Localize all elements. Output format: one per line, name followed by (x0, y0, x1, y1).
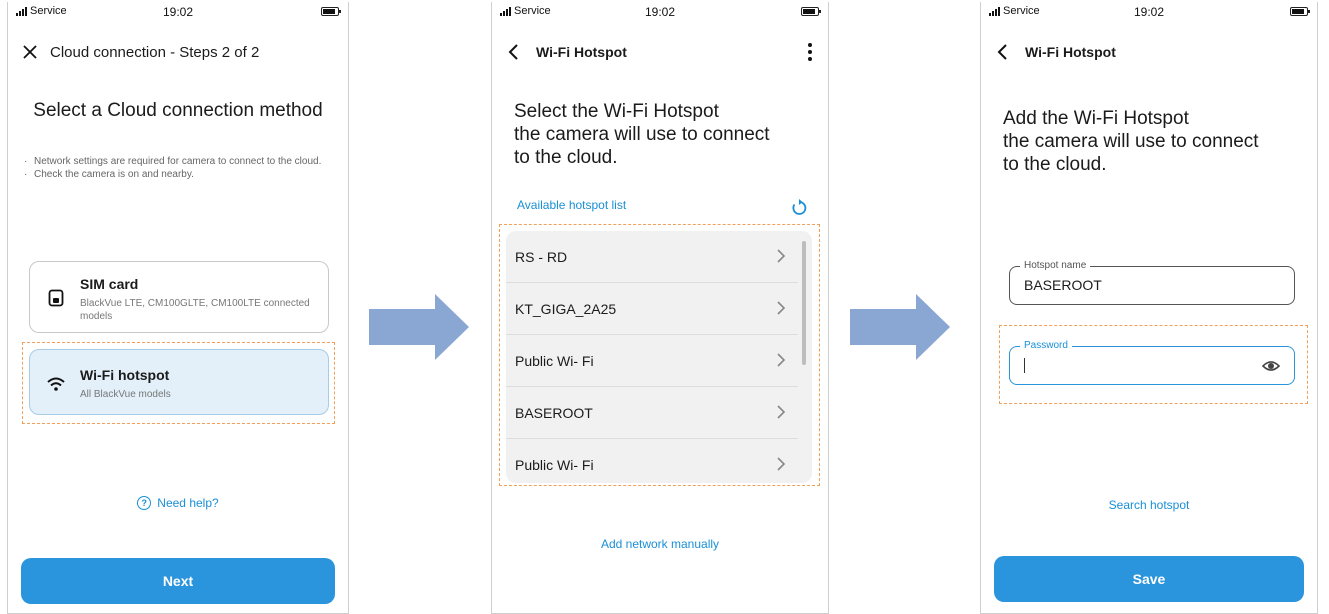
hotspot-name-label: Hotspot name (1020, 260, 1091, 271)
method-title: SIM card (80, 276, 139, 292)
chevron-right-icon (777, 353, 786, 367)
search-hotspot-link[interactable]: Search hotspot (981, 498, 1317, 512)
screen-add-hotspot: Service 19:02 Wi-Fi Hotspot Add the Wi-F… (980, 2, 1318, 614)
flow-arrow-icon (850, 294, 950, 360)
hotspot-name: BASEROOT (515, 405, 593, 421)
sim-card-option[interactable]: SIM card BlackVue LTE, CM100GLTE, CM100L… (29, 261, 329, 333)
next-button[interactable]: Next (21, 558, 335, 604)
screen-hotspot-list: Service 19:02 Wi-Fi Hotspot Select the W… (491, 2, 829, 614)
hotspot-list-title: Available hotspot list (517, 198, 627, 212)
password-label: Password (1020, 340, 1072, 351)
method-subtitle: BlackVue LTE, CM100GLTE, CM100LTE connec… (80, 298, 310, 322)
note-item: Check the camera is on and nearby. (24, 168, 344, 181)
heading-line: Add the Wi-Fi Hotspot (1003, 108, 1189, 129)
heading-line: the camera will use to connect (514, 124, 770, 145)
hotspot-name: RS - RD (515, 249, 568, 265)
heading-line: to the cloud. (514, 147, 618, 168)
method-title: Wi-Fi hotspot (80, 367, 170, 383)
flow-arrow-icon (369, 294, 469, 360)
heading-line: to the cloud. (1003, 154, 1107, 175)
page-title: Wi-Fi Hotspot (536, 44, 627, 60)
method-subtitle: All BlackVue models (80, 389, 171, 400)
hotspot-list: RS - RD KT_GIGA_2A25 Public Wi- Fi BASER… (506, 231, 812, 483)
page-title: Cloud connection - Steps 2 of 2 (50, 44, 260, 61)
sim-card-icon (46, 288, 66, 308)
info-notes: Network settings are required for camera… (24, 155, 344, 181)
password-field[interactable]: Password (1009, 340, 1295, 385)
show-password-eye-icon[interactable] (1262, 358, 1280, 374)
refresh-icon[interactable] (790, 198, 808, 216)
text-cursor (1024, 358, 1025, 373)
screen-cloud-connection-method: Service 19:02 Cloud connection - Steps 2… (7, 2, 349, 614)
battery-icon (321, 7, 341, 16)
chevron-right-icon (777, 405, 786, 419)
chevron-right-icon (777, 249, 786, 263)
hotspot-name-field[interactable]: Hotspot name BASEROOT (1009, 260, 1295, 305)
battery-icon (1290, 7, 1310, 16)
hotspot-item[interactable]: Public Wi- Fi (506, 439, 798, 483)
heading-line: the camera will use to connect (1003, 131, 1259, 152)
battery-icon (801, 7, 821, 16)
heading-line: Select the Wi-Fi Hotspot (514, 101, 719, 122)
status-time: 19:02 (644, 5, 676, 19)
status-bar: Service 19:02 (492, 2, 828, 22)
app-bar: Wi-Fi Hotspot (981, 38, 1317, 68)
status-bar: Service 19:02 (8, 2, 348, 22)
wifi-icon (46, 374, 66, 394)
app-bar: Wi-Fi Hotspot (492, 38, 828, 68)
note-item: Network settings are required for camera… (24, 155, 344, 168)
status-bar: Service 19:02 (981, 2, 1317, 22)
hotspot-item[interactable]: KT_GIGA_2A25 (506, 283, 798, 335)
chevron-right-icon (777, 457, 786, 471)
screen-heading: Select a Cloud connection method (33, 100, 323, 121)
save-button[interactable]: Save (994, 556, 1304, 602)
hotspot-item[interactable]: BASEROOT (506, 387, 798, 439)
more-options-icon[interactable] (800, 40, 820, 64)
need-help-link[interactable]: ? Need help? (8, 496, 348, 510)
hotspot-name: KT_GIGA_2A25 (515, 301, 617, 317)
screen-heading: Add the Wi-Fi Hotspot the camera will us… (1003, 107, 1303, 176)
back-icon[interactable] (991, 40, 1015, 64)
hotspot-item[interactable]: Public Wi- Fi (506, 335, 798, 387)
hotspot-list-header: Available hotspot list (517, 198, 808, 218)
back-icon[interactable] (502, 40, 526, 64)
hotspot-name: Public Wi- Fi (515, 457, 594, 473)
status-time: 19:02 (162, 5, 194, 19)
app-bar: Cloud connection - Steps 2 of 2 (8, 38, 348, 68)
help-icon: ? (137, 496, 152, 510)
wifi-hotspot-option[interactable]: Wi-Fi hotspot All BlackVue models (29, 349, 329, 415)
hotspot-item[interactable]: RS - RD (506, 231, 798, 283)
list-scrollbar[interactable] (802, 241, 806, 365)
add-network-manually-link[interactable]: Add network manually (492, 537, 828, 551)
close-icon[interactable] (18, 40, 42, 64)
screen-heading: Select the Wi-Fi Hotspot the camera will… (514, 100, 814, 169)
status-time: 19:02 (1133, 5, 1165, 19)
hotspot-name: Public Wi- Fi (515, 353, 594, 369)
chevron-right-icon (777, 301, 786, 315)
page-title: Wi-Fi Hotspot (1025, 44, 1116, 60)
hotspot-name-value: BASEROOT (1024, 277, 1102, 293)
need-help-label: Need help? (157, 496, 219, 510)
